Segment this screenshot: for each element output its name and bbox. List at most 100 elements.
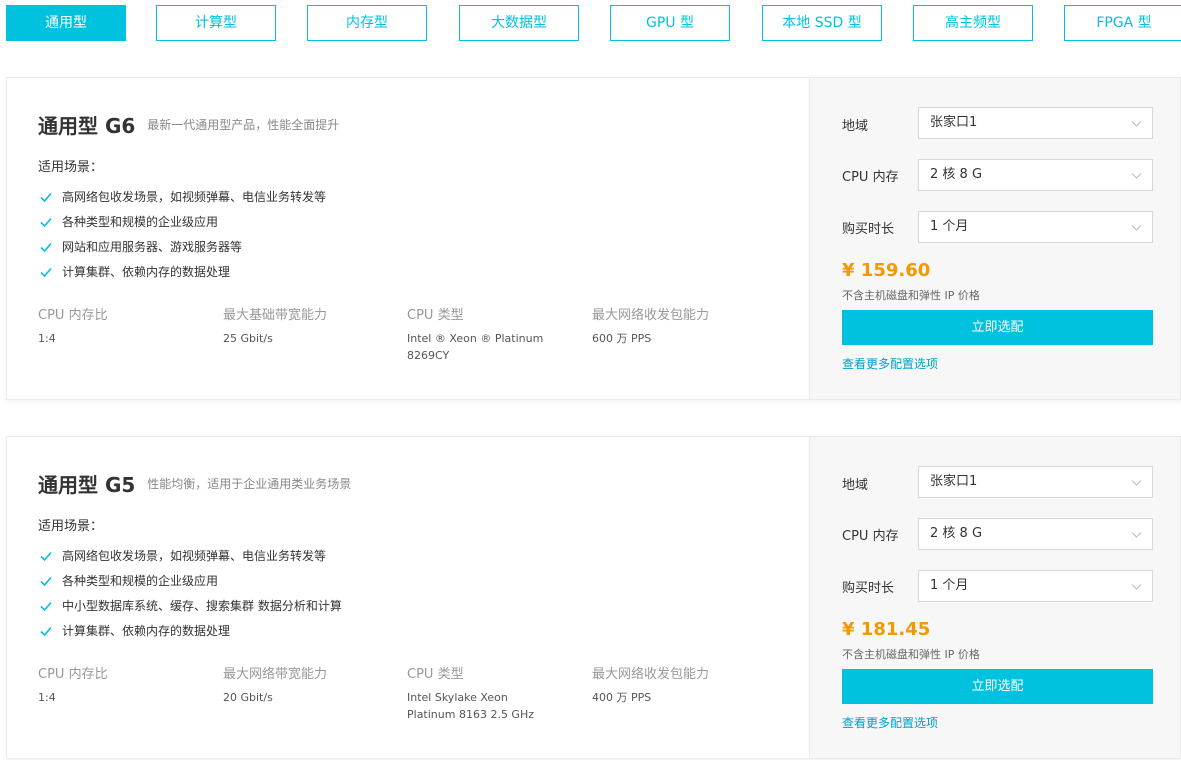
spec-label: 最大网络收发包能力 (592, 667, 710, 682)
cpu-memory-label: CPU 内存 (842, 170, 899, 185)
scenario-text: 网站和应用服务器、游戏服务器等 (62, 240, 243, 254)
duration-select[interactable]: 1 个月 (918, 570, 1153, 602)
spec-cpu-type: CPU 类型 Intel Skylake Xeon Platinum 8163 … (407, 663, 582, 723)
product-card-g5: 通用型 G5 性能均衡，适用于企业通用类业务场景 适用场景： 高网络包收发场景，如… (6, 436, 1181, 759)
more-config-link[interactable]: 查看更多配置选项 (842, 355, 938, 372)
product-card-g6: 通用型 G6 最新一代通用型产品，性能全面提升 适用场景： 高网络包收发场景，如视… (6, 77, 1181, 400)
spec-label: CPU 类型 (407, 667, 464, 682)
scenario-text: 各种类型和规模的企业级应用 (62, 215, 219, 229)
config-panel: 地域 张家口1 CPU 内存 2 核 8 G 购买时长 1 个月 ¥ 159.6… (809, 78, 1180, 399)
chevron-down-icon (1131, 173, 1142, 179)
check-icon (40, 242, 52, 252)
spec-label: CPU 内存比 (38, 667, 108, 682)
instance-type-tabs: 通用型 计算型 内存型 大数据型 GPU 型 本地 SSD 型 高主频型 FPG… (6, 5, 1181, 41)
price: ¥ 159.60 (842, 260, 931, 281)
spec-value: 1:4 (38, 332, 56, 345)
tab-local-ssd[interactable]: 本地 SSD 型 (762, 5, 882, 41)
spec-value: Intel Skylake Xeon Platinum 8163 2.5 GHz (407, 691, 535, 721)
tab-high-frequency[interactable]: 高主频型 (913, 5, 1033, 41)
region-select[interactable]: 张家口1 (918, 466, 1153, 498)
product-subtitle: 最新一代通用型产品，性能全面提升 (147, 118, 340, 132)
scenario-text: 计算集群、依赖内存的数据处理 (62, 265, 231, 279)
check-icon (40, 551, 52, 561)
tab-compute[interactable]: 计算型 (156, 5, 276, 41)
cpu-memory-value: 2 核 8 G (930, 526, 983, 541)
list-item: 计算集群、依赖内存的数据处理 (40, 259, 326, 284)
product-title-row: 通用型 G5 性能均衡，适用于企业通用类业务场景 (38, 469, 352, 497)
price: ¥ 181.45 (842, 619, 931, 640)
region-select[interactable]: 张家口1 (918, 107, 1153, 139)
spec-cpu-memory-ratio: CPU 内存比 1:4 (38, 663, 213, 706)
scenario-text: 中小型数据库系统、缓存、搜索集群 数据分析和计算 (62, 599, 342, 613)
duration-label: 购买时长 (842, 222, 895, 237)
product-subtitle: 性能均衡，适用于企业通用类业务场景 (147, 477, 352, 491)
spec-bandwidth: 最大基础带宽能力 25 Gbit/s (223, 304, 398, 347)
config-panel: 地域 张家口1 CPU 内存 2 核 8 G 购买时长 1 个月 ¥ 181.4… (809, 437, 1180, 758)
product-info: 通用型 G5 性能均衡，适用于企业通用类业务场景 适用场景： 高网络包收发场景，如… (7, 437, 809, 758)
cpu-memory-select[interactable]: 2 核 8 G (918, 518, 1153, 550)
spec-cpu-type: CPU 类型 Intel ® Xeon ® Platinum 8269CY (407, 304, 582, 364)
spec-label: 最大网络收发包能力 (592, 308, 710, 323)
check-icon (40, 267, 52, 277)
product-title: 通用型 G6 (38, 114, 136, 138)
chevron-down-icon (1131, 532, 1142, 538)
region-label: 地域 (842, 119, 869, 134)
check-icon (40, 192, 52, 202)
scenarios-list: 高网络包收发场景，如视频弹幕、电信业务转发等 各种类型和规模的企业级应用 网站和… (40, 184, 326, 284)
tab-big-data[interactable]: 大数据型 (459, 5, 579, 41)
spec-label: 最大网络带宽能力 (223, 667, 328, 682)
duration-label: 购买时长 (842, 581, 895, 596)
region-value: 张家口1 (930, 115, 978, 130)
product-title: 通用型 G5 (38, 473, 136, 497)
chevron-down-icon (1131, 584, 1142, 590)
check-icon (40, 626, 52, 636)
spec-pps: 最大网络收发包能力 400 万 PPS (592, 663, 767, 706)
price-note: 不含主机磁盘和弹性 IP 价格 (842, 289, 980, 302)
scenarios-label: 适用场景： (38, 160, 104, 175)
scenarios-label: 适用场景： (38, 519, 104, 534)
spec-value: 20 Gbit/s (223, 691, 273, 704)
region-value: 张家口1 (930, 474, 978, 489)
buy-now-button[interactable]: 立即选配 (842, 310, 1153, 345)
spec-value: 400 万 PPS (592, 691, 652, 704)
cpu-memory-select[interactable]: 2 核 8 G (918, 159, 1153, 191)
spec-cpu-memory-ratio: CPU 内存比 1:4 (38, 304, 213, 347)
scenario-text: 各种类型和规模的企业级应用 (62, 574, 219, 588)
duration-value: 1 个月 (930, 578, 969, 593)
list-item: 各种类型和规模的企业级应用 (40, 209, 326, 234)
chevron-down-icon (1131, 225, 1142, 231)
chevron-down-icon (1131, 480, 1142, 486)
list-item: 各种类型和规模的企业级应用 (40, 568, 342, 593)
buy-now-button[interactable]: 立即选配 (842, 669, 1153, 704)
list-item: 中小型数据库系统、缓存、搜索集群 数据分析和计算 (40, 593, 342, 618)
chevron-down-icon (1131, 121, 1142, 127)
tab-general[interactable]: 通用型 (6, 5, 126, 41)
spec-bandwidth: 最大网络带宽能力 20 Gbit/s (223, 663, 398, 706)
scenarios-list: 高网络包收发场景，如视频弹幕、电信业务转发等 各种类型和规模的企业级应用 中小型… (40, 543, 342, 643)
tab-gpu[interactable]: GPU 型 (610, 5, 730, 41)
cpu-memory-value: 2 核 8 G (930, 167, 983, 182)
scenario-text: 高网络包收发场景，如视频弹幕、电信业务转发等 (62, 190, 327, 204)
tab-memory[interactable]: 内存型 (307, 5, 427, 41)
more-config-link[interactable]: 查看更多配置选项 (842, 714, 938, 731)
check-icon (40, 576, 52, 586)
price-note: 不含主机磁盘和弹性 IP 价格 (842, 648, 980, 661)
scenario-text: 计算集群、依赖内存的数据处理 (62, 624, 231, 638)
cpu-memory-label: CPU 内存 (842, 529, 899, 544)
tab-fpga[interactable]: FPGA 型 (1064, 5, 1181, 41)
spec-label: CPU 类型 (407, 308, 464, 323)
check-icon (40, 601, 52, 611)
spec-label: 最大基础带宽能力 (223, 308, 328, 323)
list-item: 高网络包收发场景，如视频弹幕、电信业务转发等 (40, 543, 342, 568)
check-icon (40, 217, 52, 227)
duration-select[interactable]: 1 个月 (918, 211, 1153, 243)
spec-value: 600 万 PPS (592, 332, 652, 345)
region-label: 地域 (842, 478, 869, 493)
list-item: 计算集群、依赖内存的数据处理 (40, 618, 342, 643)
list-item: 网站和应用服务器、游戏服务器等 (40, 234, 326, 259)
product-title-row: 通用型 G6 最新一代通用型产品，性能全面提升 (38, 110, 340, 138)
spec-value: 1:4 (38, 691, 56, 704)
spec-value: 25 Gbit/s (223, 332, 273, 345)
list-item: 高网络包收发场景，如视频弹幕、电信业务转发等 (40, 184, 326, 209)
spec-label: CPU 内存比 (38, 308, 108, 323)
